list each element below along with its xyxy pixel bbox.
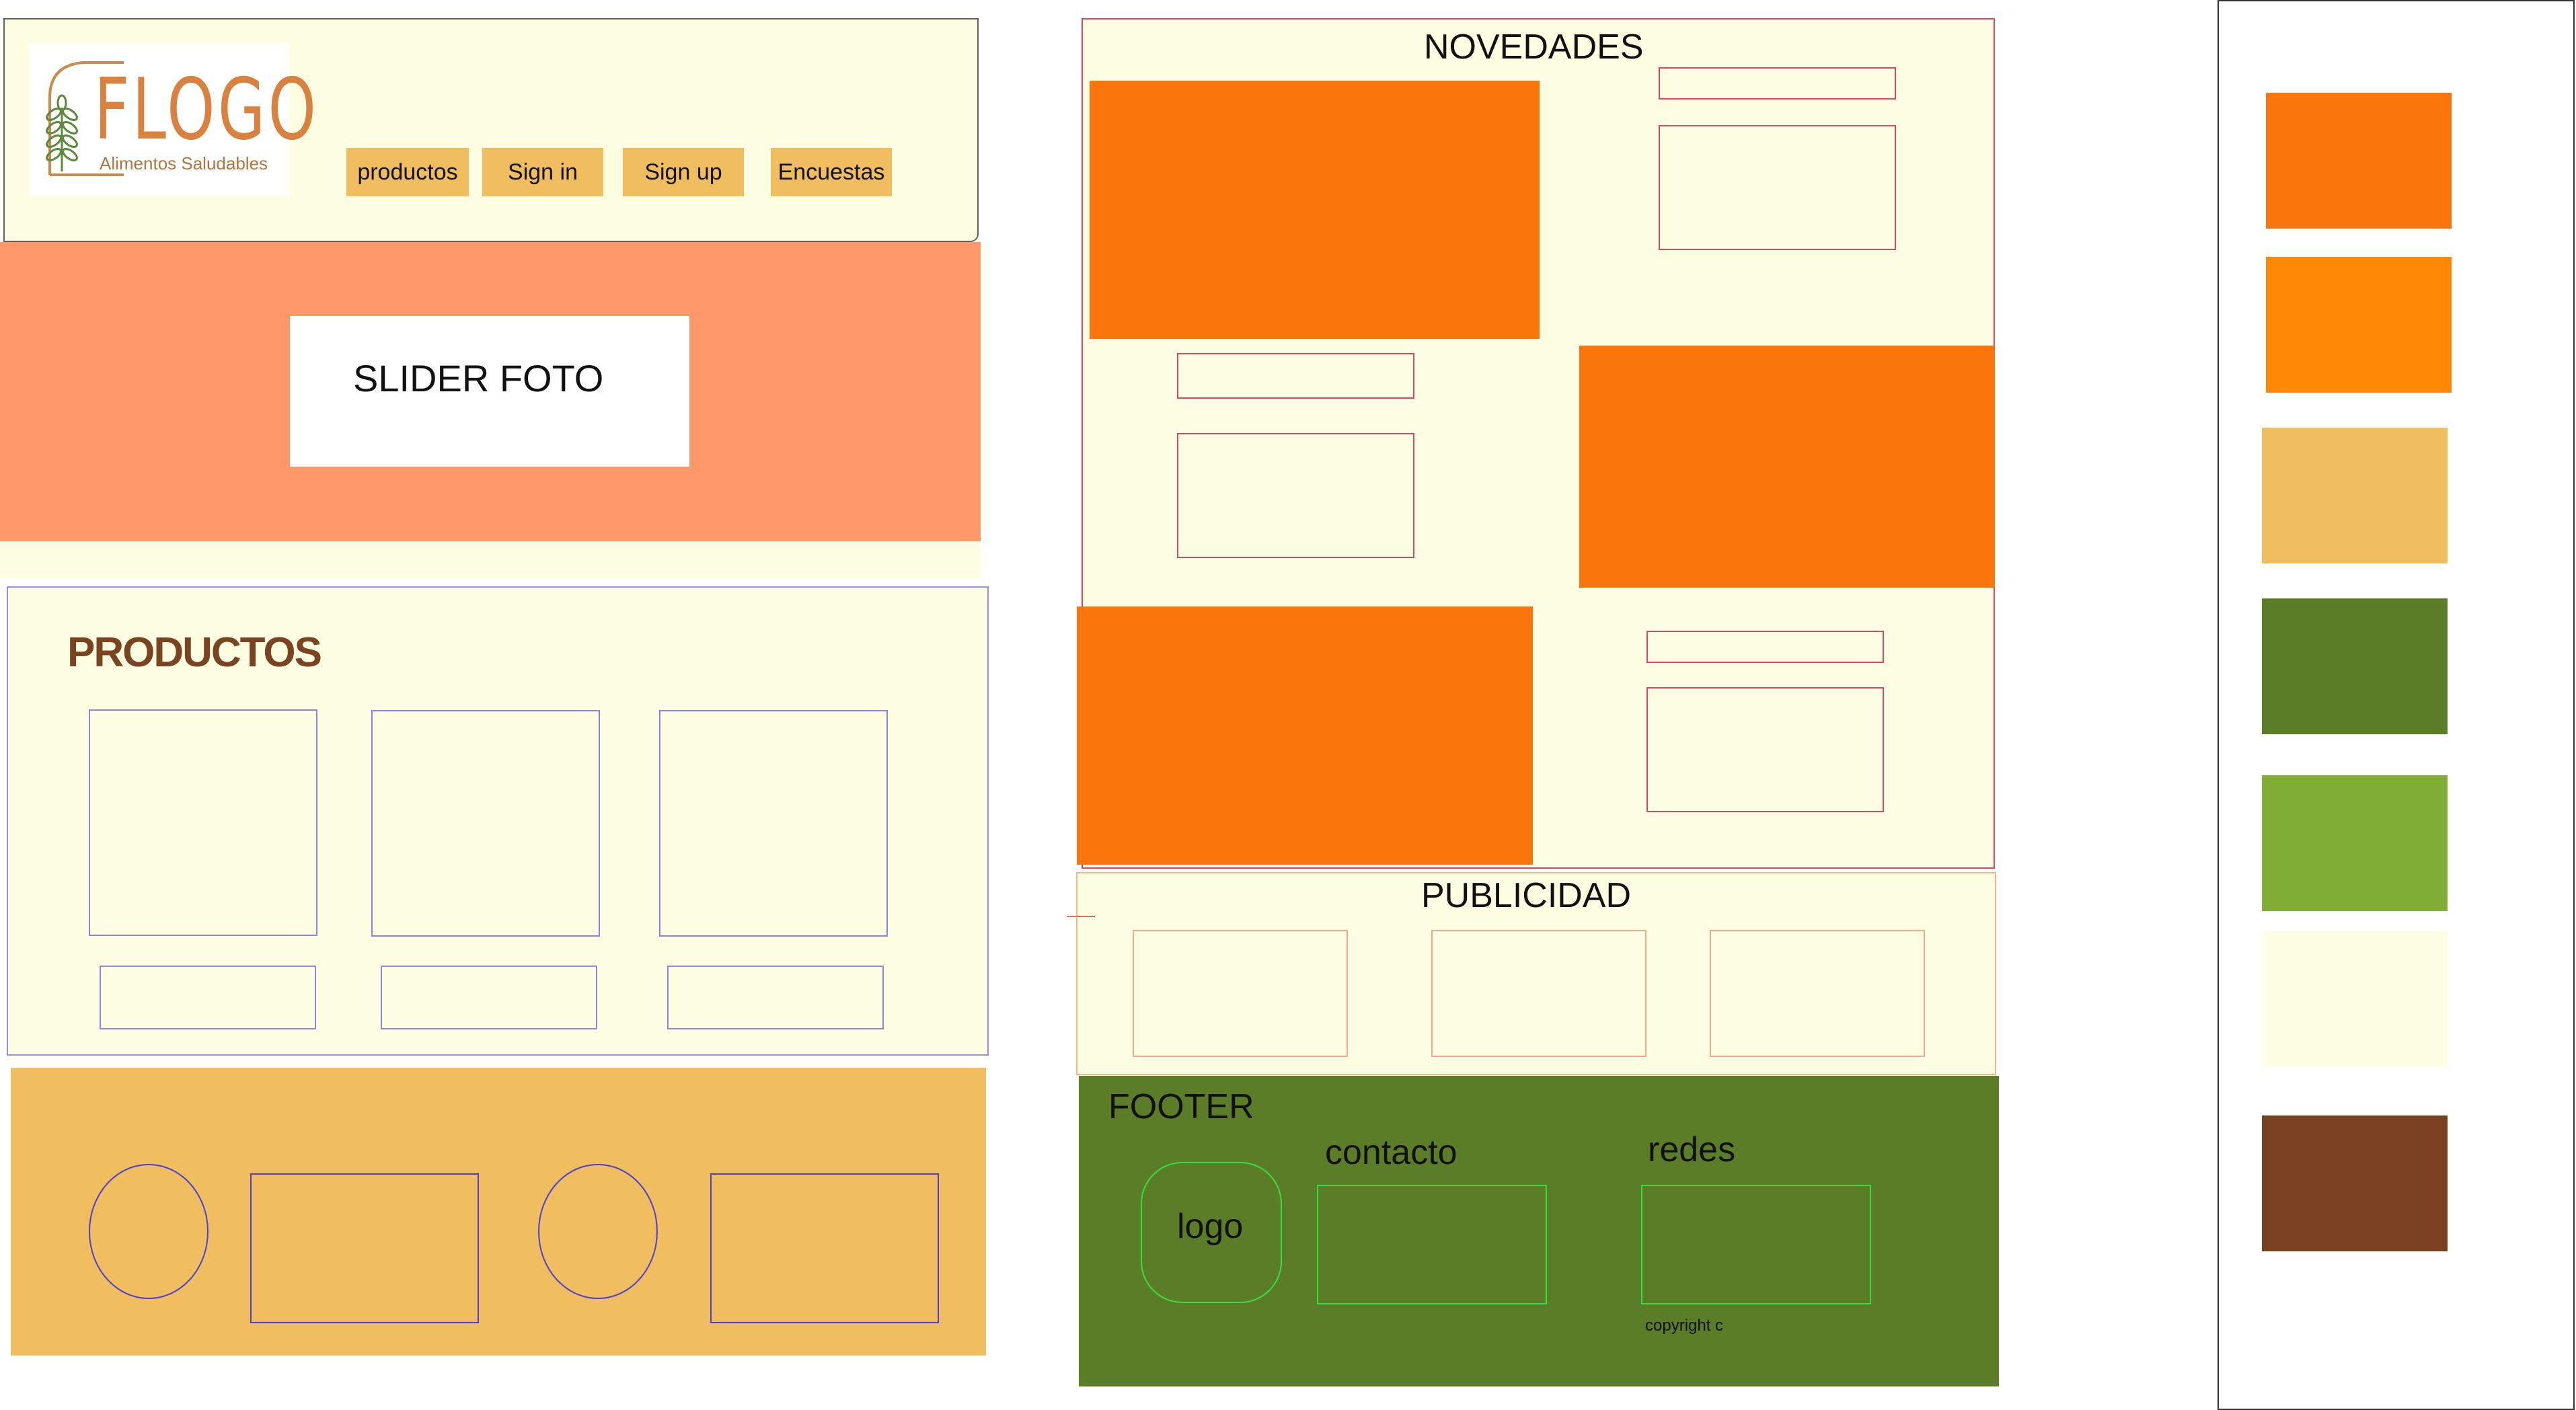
slider-label: SLIDER FOTO [353, 357, 604, 399]
footer-circle-2[interactable] [538, 1164, 658, 1299]
footer-circle-1[interactable] [89, 1164, 209, 1299]
palette-swatch-3 [2262, 428, 2448, 563]
news-text-box-1[interactable] [1659, 125, 1896, 250]
product-caption-3[interactable] [667, 966, 884, 1029]
footer-rect-1[interactable] [250, 1173, 479, 1323]
product-image-2[interactable] [371, 710, 600, 937]
productos-title: PRODUCTOS [67, 629, 322, 676]
news-image-2[interactable] [1579, 346, 1995, 588]
footer-redes-label: redes [1648, 1130, 1736, 1169]
guide-mark [1067, 916, 1095, 917]
footer-title: FOOTER [1108, 1087, 1254, 1126]
footer-contacto-label: contacto [1325, 1133, 1457, 1172]
news-image-1[interactable] [1090, 81, 1540, 339]
publicidad-title: PUBLICIDAD [1421, 876, 1632, 915]
novedades-title: NOVEDADES [1424, 28, 1644, 67]
footer-logo-label: logo [1177, 1207, 1244, 1246]
product-image-1[interactable] [89, 709, 317, 936]
news-title-box-2[interactable] [1177, 353, 1414, 399]
news-title-box-3[interactable] [1646, 631, 1884, 663]
logo-subtitle: Alimentos Saludables [100, 153, 268, 173]
product-caption-1[interactable] [100, 966, 316, 1029]
news-image-3[interactable] [1077, 606, 1533, 865]
news-text-box-3[interactable] [1646, 687, 1884, 812]
logo-text: FLOGO [94, 60, 319, 159]
footer-contacto-box[interactable] [1317, 1185, 1547, 1304]
ad-box-3[interactable] [1710, 930, 1925, 1057]
copyright-text: copyright c [1645, 1317, 1724, 1335]
nav-sign-in-button[interactable]: Sign in [482, 148, 603, 196]
ad-box-2[interactable] [1431, 930, 1646, 1057]
news-title-box-1[interactable] [1659, 67, 1896, 100]
nav-sign-up-button[interactable]: Sign up [623, 148, 744, 196]
footer-redes-box[interactable] [1641, 1185, 1871, 1304]
product-image-3[interactable] [659, 710, 888, 937]
palette-swatch-5 [2262, 775, 2448, 911]
ad-box-1[interactable] [1133, 930, 1348, 1057]
palette-swatch-1 [2266, 93, 2452, 229]
nav-productos-button[interactable]: productos [346, 148, 469, 196]
palette-swatch-4 [2262, 598, 2448, 734]
palette-swatch-2 [2266, 257, 2452, 393]
slider-bottom-strip [0, 541, 981, 578]
nav-encuestas-button[interactable]: Encuestas [771, 148, 892, 196]
product-caption-2[interactable] [381, 966, 597, 1029]
palette-swatch-7 [2262, 1115, 2448, 1251]
footer-rect-2[interactable] [710, 1173, 939, 1323]
news-text-box-2[interactable] [1177, 433, 1414, 558]
palette-swatch-6 [2262, 931, 2448, 1067]
